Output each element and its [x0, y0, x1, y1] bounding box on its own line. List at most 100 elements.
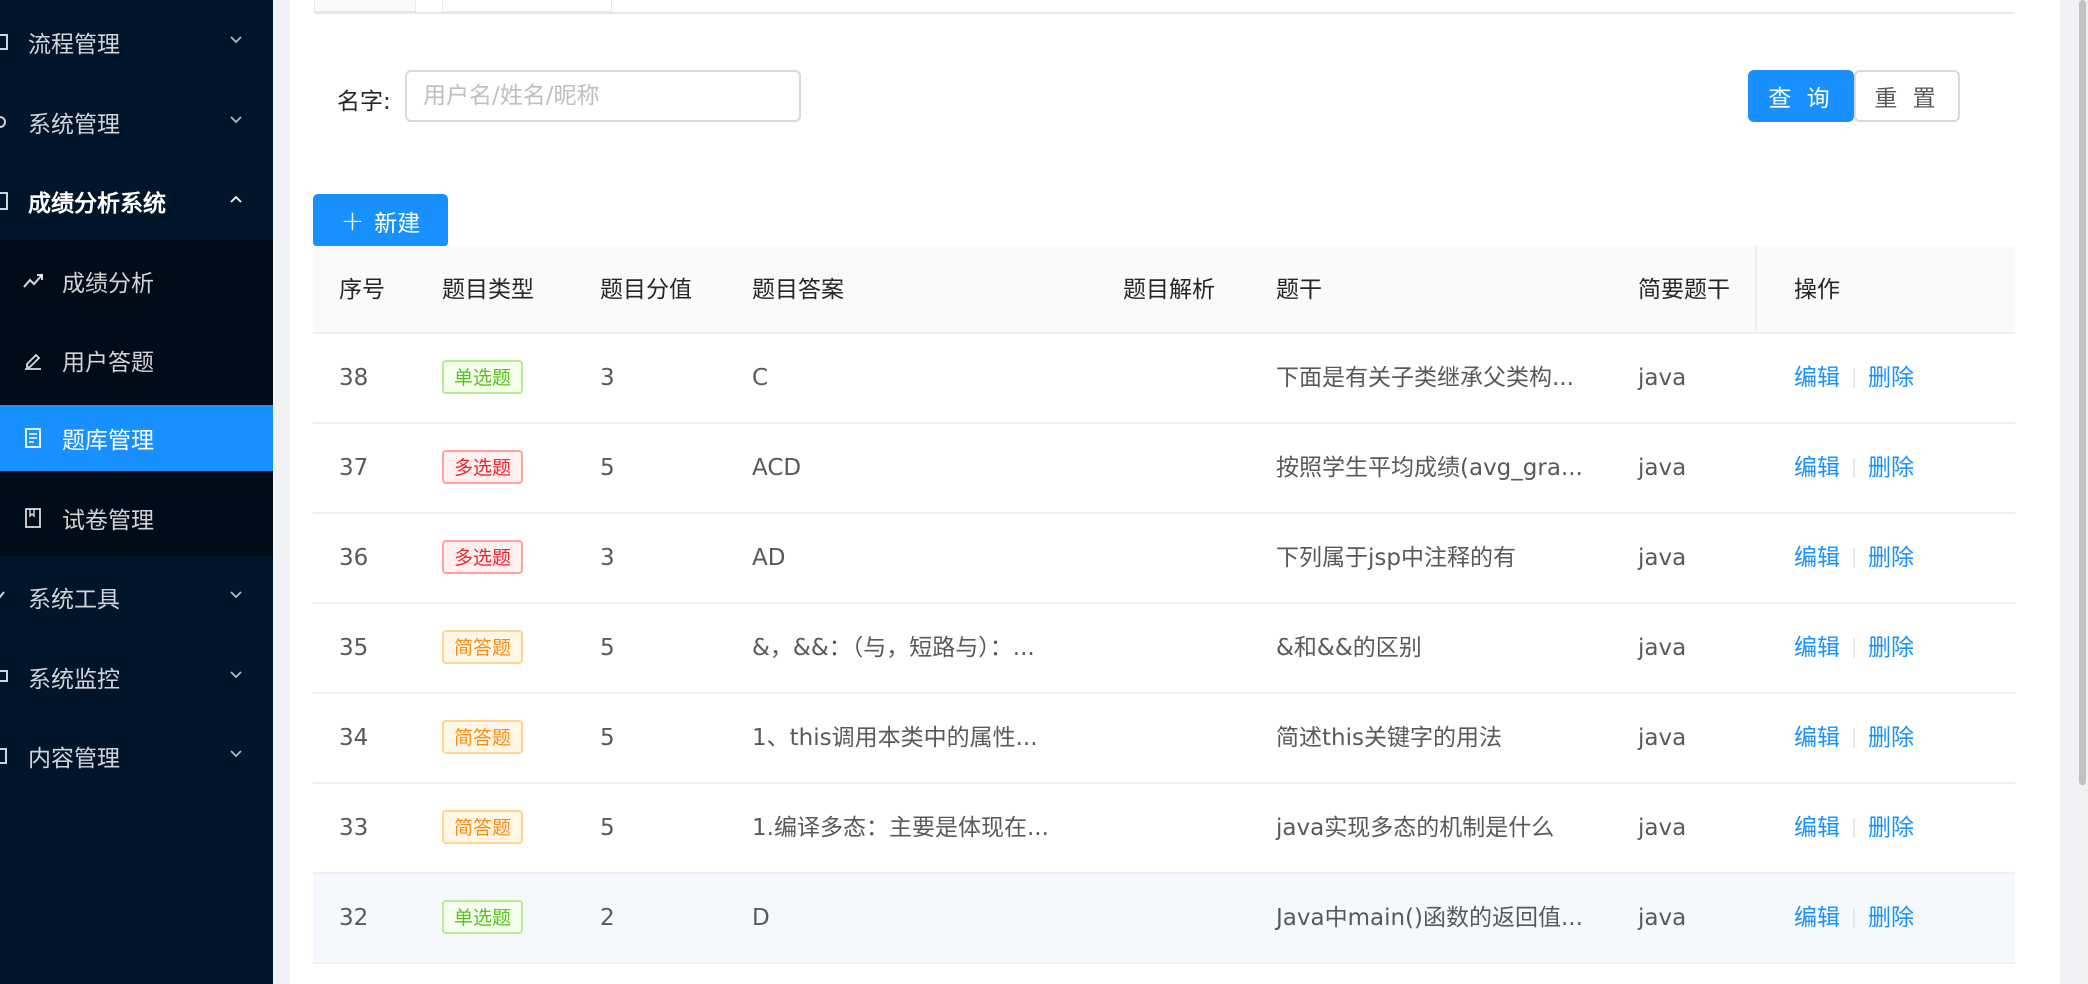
action-divider	[1853, 908, 1855, 928]
menu-score-analysis-system[interactable]: 成绩分析系统	[0, 168, 273, 234]
cell-score: 3	[600, 365, 615, 391]
flow-icon	[0, 33, 8, 51]
main-content: 名字: 查 询 重 置 + 新建 序号 题目类型 题目分值 题目答案 题目解析 …	[290, 0, 2060, 984]
cell-answer: 1、this调用本类中的属性...	[752, 725, 1038, 751]
cell-answer: AD	[752, 545, 786, 571]
cell-brief: java	[1638, 725, 1687, 751]
cell-brief: java	[1638, 635, 1687, 661]
file-list-icon	[25, 428, 41, 448]
cell-stem: java实现多态的机制是什么	[1276, 815, 1555, 841]
book-icon	[25, 508, 41, 528]
chevron-down-icon	[230, 591, 242, 599]
table-row: 34 简答题 5 1、this调用本类中的属性... 简述this关键字的用法 …	[313, 694, 2015, 784]
cell-stem: 下面是有关子类继承父类构...	[1276, 365, 1574, 391]
menu-system-management[interactable]: 系统管理	[0, 89, 273, 155]
reset-button[interactable]: 重 置	[1854, 70, 1960, 122]
edit-link[interactable]: 编辑	[1794, 874, 1840, 962]
chevron-down-icon	[230, 750, 242, 758]
cell-id: 37	[339, 455, 369, 481]
delete-link[interactable]: 删除	[1868, 604, 1914, 692]
cell-stem: 简述this关键字的用法	[1276, 725, 1502, 751]
menu-system-tools[interactable]: 系统工具	[0, 564, 273, 630]
submenu-item-score-analysis[interactable]: 成绩分析	[0, 248, 273, 314]
menu-label: 内容管理	[28, 746, 120, 772]
new-button[interactable]: + 新建	[313, 194, 448, 247]
cell-stem: 按照学生平均成绩(avg_gra...	[1276, 455, 1583, 481]
column-header-score: 题目分值	[600, 277, 692, 303]
cell-score: 5	[600, 725, 615, 751]
chevron-down-icon	[230, 36, 242, 44]
content-icon	[0, 747, 8, 765]
edit-link[interactable]: 编辑	[1794, 784, 1840, 872]
submenu-item-exam-paper[interactable]: 试卷管理	[0, 485, 273, 551]
delete-link[interactable]: 删除	[1868, 784, 1914, 872]
type-tag: 简答题	[442, 810, 524, 844]
cell-score: 5	[600, 635, 615, 661]
column-header-type: 题目类型	[442, 277, 534, 303]
edit-link[interactable]: 编辑	[1794, 604, 1840, 692]
query-button[interactable]: 查 询	[1748, 70, 1854, 122]
column-header-stem: 题干	[1276, 277, 1322, 303]
type-tag: 简答题	[442, 720, 524, 754]
table-row: 37 多选题 5 ACD 按照学生平均成绩(avg_gra... java 编辑…	[313, 424, 2015, 514]
cell-score: 5	[600, 815, 615, 841]
submenu-label: 成绩分析	[62, 271, 154, 297]
settings-icon	[0, 113, 8, 131]
cell-brief: java	[1638, 365, 1687, 391]
delete-link[interactable]: 删除	[1868, 514, 1914, 602]
cell-id: 35	[339, 635, 369, 661]
edit-link[interactable]: 编辑	[1794, 514, 1840, 602]
cell-score: 2	[600, 905, 615, 931]
menu-label: 成绩分析系统	[28, 191, 166, 217]
submenu-item-user-answers[interactable]: 用户答题	[0, 327, 273, 393]
cell-brief: java	[1638, 905, 1687, 931]
menu-label: 系统监控	[28, 667, 120, 693]
cell-brief: java	[1638, 545, 1687, 571]
cell-id: 34	[339, 725, 369, 751]
delete-link[interactable]: 删除	[1868, 424, 1914, 512]
cell-answer: ACD	[752, 455, 802, 481]
menu-label: 系统管理	[28, 112, 120, 138]
table-row: 36 多选题 3 AD 下列属于jsp中注释的有 java 编辑 删除	[313, 514, 2015, 604]
edit-link[interactable]: 编辑	[1794, 424, 1840, 512]
cell-answer: 1.编译多态：主要是体现在...	[752, 815, 1049, 841]
submenu-label: 用户答题	[62, 350, 154, 376]
type-tag: 多选题	[442, 540, 524, 574]
menu-label: 流程管理	[28, 32, 120, 58]
cell-score: 3	[600, 545, 615, 571]
sidebar: 流程管理 系统管理 成绩分析系统 成绩分析 用户答题 题库管理 试卷管理 系统工…	[0, 0, 273, 984]
action-divider	[1853, 818, 1855, 838]
new-button-label: 新建	[374, 210, 421, 237]
menu-system-monitor[interactable]: 系统监控	[0, 644, 273, 710]
tab-first[interactable]	[314, 0, 416, 12]
cell-brief: java	[1638, 455, 1687, 481]
score-system-icon	[0, 192, 8, 210]
menu-label: 系统工具	[28, 587, 120, 613]
edit-link[interactable]: 编辑	[1794, 334, 1840, 422]
column-header-analysis: 题目解析	[1123, 277, 1215, 303]
delete-link[interactable]: 删除	[1868, 334, 1914, 422]
cell-stem: &和&&的区别	[1276, 635, 1422, 661]
column-divider	[1755, 246, 1757, 334]
cell-id: 36	[339, 545, 369, 571]
column-header-id: 序号	[339, 277, 385, 303]
edit-link[interactable]: 编辑	[1794, 694, 1840, 782]
delete-link[interactable]: 删除	[1868, 694, 1914, 782]
menu-content-management[interactable]: 内容管理	[0, 723, 273, 789]
delete-link[interactable]: 删除	[1868, 874, 1914, 962]
search-name-input[interactable]	[405, 70, 801, 122]
tab-second[interactable]	[442, 0, 612, 12]
menu-flow-management[interactable]: 流程管理	[0, 9, 273, 75]
column-header-brief: 简要题干	[1638, 277, 1730, 303]
chevron-down-icon	[230, 116, 242, 124]
type-tag: 单选题	[442, 900, 524, 934]
cell-id: 38	[339, 365, 369, 391]
type-tag: 多选题	[442, 450, 524, 484]
tool-icon	[0, 588, 8, 606]
submenu-item-question-bank[interactable]: 题库管理	[0, 405, 273, 471]
table-row: 35 简答题 5 &，&&：（与，短路与）：... &和&&的区别 java 编…	[313, 604, 2015, 694]
cell-id: 32	[339, 905, 369, 931]
type-tag: 简答题	[442, 630, 524, 664]
tab-bar	[314, 0, 2015, 14]
scrollbar-thumb[interactable]	[2079, 0, 2086, 785]
